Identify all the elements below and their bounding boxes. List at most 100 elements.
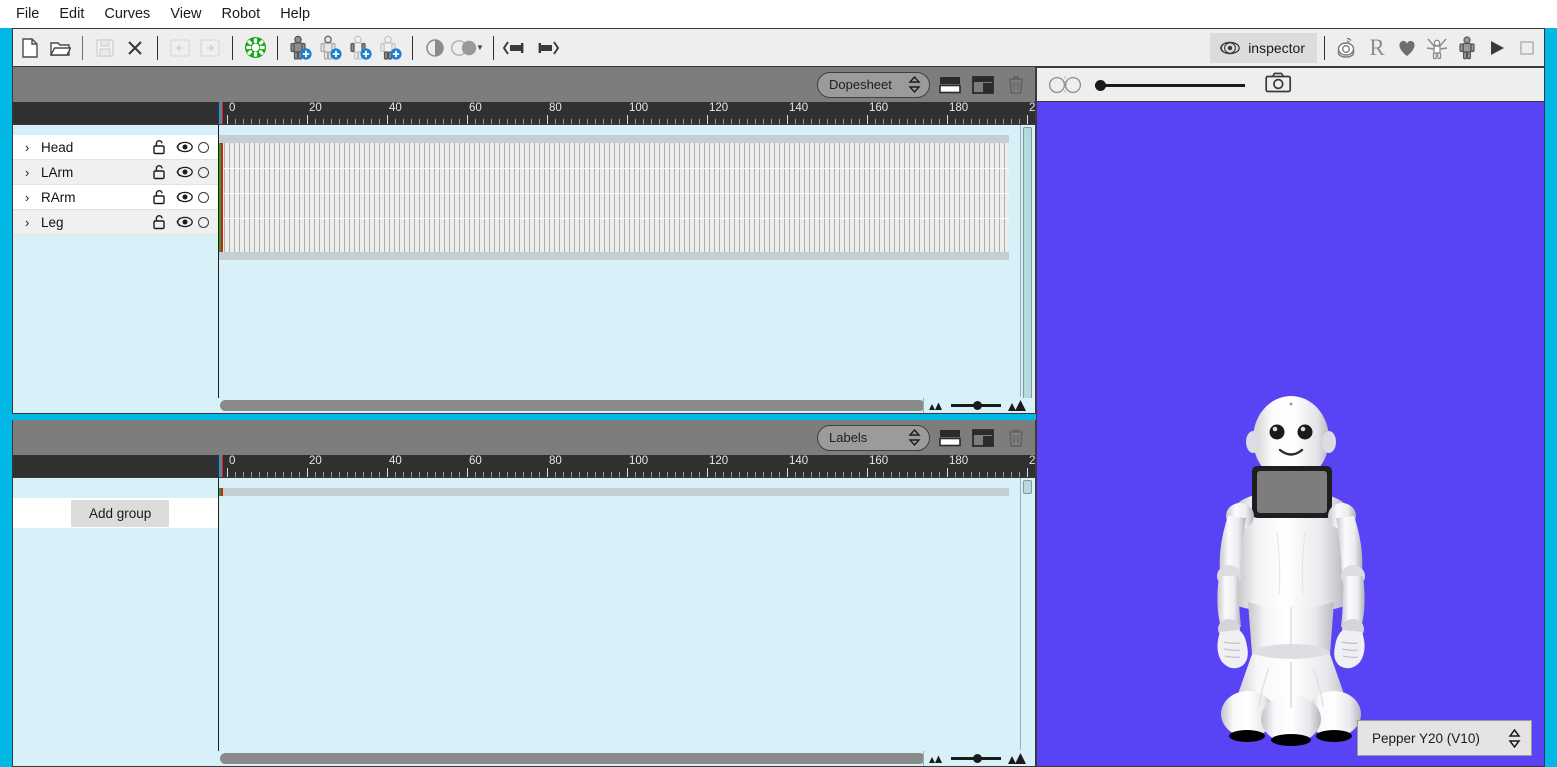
menu-curves[interactable]: Curves [94, 4, 160, 24]
dopesheet-mode-spinner-icon[interactable] [908, 76, 921, 93]
track-expand-chevron-icon[interactable]: › [25, 190, 41, 205]
track-row-rarm[interactable]: › RArm [13, 185, 218, 210]
toolbar-separator-3 [232, 35, 233, 60]
dopesheet-delete-button[interactable] [1003, 72, 1029, 98]
viewport-camera-button[interactable] [1265, 72, 1292, 98]
track-record-circle-icon[interactable] [198, 141, 209, 153]
zoom-slider-knob[interactable] [973, 754, 982, 763]
labels-mode-spinner-icon[interactable] [908, 429, 921, 446]
add-keyframe-legs-button[interactable] [375, 32, 405, 63]
add-keyframe-full-button[interactable] [285, 32, 315, 63]
dopesheet-tick [387, 115, 388, 124]
dopesheet-tick-label: 40 [389, 102, 402, 114]
mirror-right-button[interactable] [531, 32, 561, 63]
new-file-button[interactable] [15, 32, 45, 63]
track-expand-chevron-icon[interactable]: › [25, 165, 41, 180]
robot-view-button[interactable] [1332, 32, 1362, 63]
robot-pose-button[interactable] [1452, 32, 1482, 63]
favorite-button[interactable] [1392, 32, 1422, 63]
dopesheet-zoom-slider[interactable] [923, 398, 1033, 413]
save-file-button[interactable] [90, 32, 120, 63]
track-eye-visibility-icon[interactable] [172, 211, 198, 233]
opacity-button[interactable] [450, 32, 480, 63]
stop-button[interactable] [1512, 32, 1542, 63]
open-file-button[interactable] [45, 32, 75, 63]
zoom-slider-track[interactable] [951, 401, 1001, 410]
undo-button[interactable] [165, 32, 195, 63]
add-group-button[interactable]: Add group [71, 499, 170, 527]
menu-robot[interactable]: Robot [211, 4, 270, 24]
pepper-robot-model[interactable] [1037, 102, 1545, 767]
track-lock-unlocked-icon[interactable] [146, 211, 172, 233]
track-expand-chevron-icon[interactable]: › [25, 140, 41, 155]
track-row-leg[interactable]: › Leg [13, 210, 218, 235]
play-button[interactable] [1482, 32, 1512, 63]
track-expand-chevron-icon[interactable]: › [25, 215, 41, 230]
track-eye-visibility-icon[interactable] [172, 161, 198, 183]
stiffness-button[interactable] [1422, 32, 1452, 63]
viewport-size-toggle[interactable] [1047, 75, 1083, 95]
track-row-head[interactable]: › Head [13, 135, 218, 160]
labels-zoom-slider[interactable] [923, 751, 1033, 766]
two-circles-size-icon [1048, 76, 1082, 93]
track-record-circle-icon[interactable] [198, 166, 209, 178]
robot-model-select[interactable]: Pepper Y20 (V10) [1357, 720, 1532, 756]
dopesheet-mode-select[interactable]: Dopesheet [817, 71, 930, 98]
dopesheet-playhead-handle[interactable] [219, 102, 226, 124]
add-keyframe-head-button[interactable] [315, 32, 345, 63]
menu-view[interactable]: View [160, 4, 211, 24]
settings-button[interactable] [240, 32, 270, 63]
track-eye-visibility-icon[interactable] [172, 186, 198, 208]
menu-file[interactable]: File [6, 4, 49, 24]
labels-ruler[interactable]: 0 20 40 60 80 100 120 140 160 180 2 [219, 455, 1035, 477]
dopesheet-tick [467, 115, 468, 124]
track-record-circle-icon[interactable] [198, 216, 209, 228]
labels-horizontal-scrollbar[interactable] [13, 751, 1035, 766]
robot-model-spinner-icon[interactable] [1508, 728, 1521, 748]
contrast-button[interactable] [420, 32, 450, 63]
track-eye-visibility-icon[interactable] [172, 136, 198, 158]
labels-delete-button[interactable] [1003, 425, 1029, 451]
track-row-larm[interactable]: › LArm [13, 160, 218, 185]
labels-vscroll-thumb[interactable] [1023, 480, 1032, 494]
labels-playhead-marker[interactable] [219, 488, 223, 496]
dopesheet-grid-area[interactable] [219, 124, 1035, 413]
labels-grid-area[interactable] [219, 477, 1035, 766]
labels-tick [387, 468, 388, 477]
dopesheet-playhead-marker[interactable] [219, 143, 223, 252]
track-lock-unlocked-icon[interactable] [146, 136, 172, 158]
dopesheet-tick-label: 80 [549, 102, 562, 114]
labels-hscroll-thumb[interactable] [220, 753, 925, 764]
dopesheet-split-horizontal-button[interactable] [937, 72, 963, 98]
dopesheet-horizontal-scrollbar[interactable] [13, 398, 1035, 413]
labels-split-horizontal-button[interactable] [937, 425, 963, 451]
menu-edit[interactable]: Edit [49, 4, 94, 24]
labels-tick [547, 468, 548, 477]
dopesheet-keyframe-grid[interactable] [219, 135, 1009, 260]
add-keyframe-arms-button[interactable] [345, 32, 375, 63]
close-file-button[interactable] [120, 32, 150, 63]
dopesheet-vscroll-thumb[interactable] [1023, 127, 1032, 409]
redo-button[interactable] [195, 32, 225, 63]
r-letter-button[interactable]: R [1362, 32, 1392, 63]
viewport-slider-knob[interactable] [1095, 79, 1106, 91]
mirror-left-button[interactable] [501, 32, 531, 63]
track-lock-unlocked-icon[interactable] [146, 186, 172, 208]
labels-vertical-scrollbar[interactable] [1020, 478, 1034, 750]
dopesheet-split-vertical-button[interactable] [970, 72, 996, 98]
dopesheet-tick-label: 160 [869, 102, 889, 114]
robot-3d-viewport[interactable]: Pepper Y20 (V10) [1036, 102, 1545, 767]
track-record-circle-icon[interactable] [198, 191, 209, 203]
zoom-slider-track[interactable] [951, 754, 1001, 763]
labels-split-vertical-button[interactable] [970, 425, 996, 451]
inspector-button[interactable]: inspector [1210, 32, 1317, 63]
dopesheet-hscroll-thumb[interactable] [220, 400, 925, 411]
menu-help[interactable]: Help [270, 4, 320, 24]
zoom-slider-knob[interactable] [973, 401, 982, 410]
dopesheet-vertical-scrollbar[interactable] [1020, 125, 1034, 409]
dopesheet-ruler[interactable]: 0 20 40 60 80 100 120 140 160 180 2 [219, 102, 1035, 124]
labels-mode-select[interactable]: Labels [817, 424, 930, 451]
labels-playhead-handle[interactable] [219, 455, 226, 477]
track-lock-unlocked-icon[interactable] [146, 161, 172, 183]
viewport-zoom-slider[interactable] [1095, 76, 1245, 94]
